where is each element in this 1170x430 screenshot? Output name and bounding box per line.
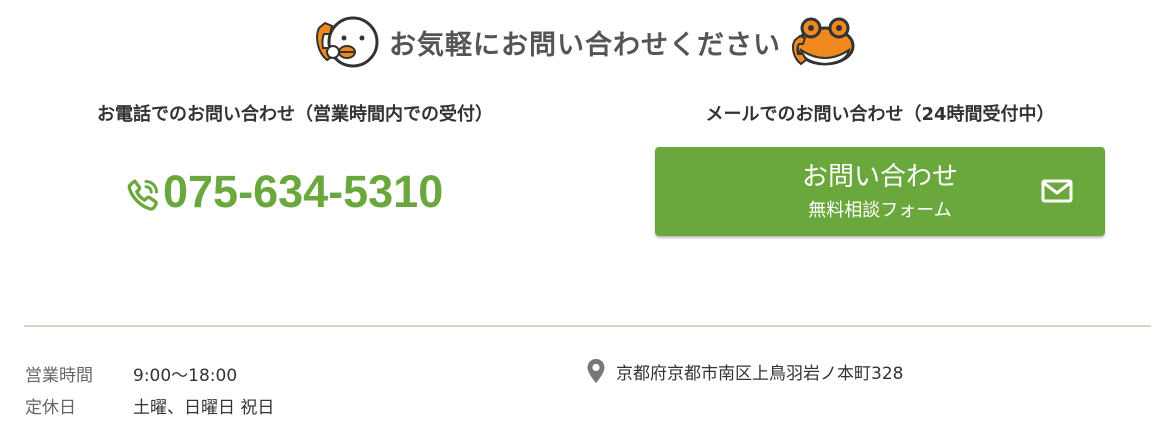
contact-button-sublabel: 無料相談フォーム xyxy=(655,196,1105,222)
phone-link[interactable]: 075-634-5310 xyxy=(125,160,443,224)
closed-days-value: 土曜、日曜日 祝日 xyxy=(133,398,275,418)
bird-mascot-phone-icon xyxy=(316,16,379,68)
mail-icon xyxy=(1041,179,1073,203)
phone-number[interactable]: 075-634-5310 xyxy=(163,166,443,218)
mail-section-title: メールでのお問い合わせ（24時間受付中） xyxy=(705,104,1055,125)
location-pin-icon xyxy=(587,359,605,383)
contact-heading: お気軽にお問い合わせください xyxy=(0,12,1170,72)
address-text: 京都府京都市南区上鳥羽岩ノ本町328 xyxy=(616,363,904,384)
business-hours-value: 9:00〜18:00 xyxy=(133,366,238,386)
contact-form-button[interactable]: お問い合わせ 無料相談フォーム xyxy=(655,147,1105,236)
contact-button-label: お問い合わせ xyxy=(655,156,1105,193)
frog-mascot-phone-icon xyxy=(792,17,855,66)
phone-section-title: お電話でのお問い合わせ（営業時間内での受付） xyxy=(97,104,493,125)
address: 京都府京都市南区上鳥羽岩ノ本町328 xyxy=(586,358,903,384)
section-divider xyxy=(24,325,1151,327)
closed-days-label: 定休日 xyxy=(25,398,76,418)
contact-button-main-label: お問い合わせ xyxy=(801,162,958,192)
business-hours-label: 営業時間 xyxy=(25,366,93,386)
contact-button-sub-label: 無料相談フォーム xyxy=(808,200,952,221)
phone-icon xyxy=(127,179,158,211)
heading-title: お気軽にお問い合わせください xyxy=(389,29,781,61)
